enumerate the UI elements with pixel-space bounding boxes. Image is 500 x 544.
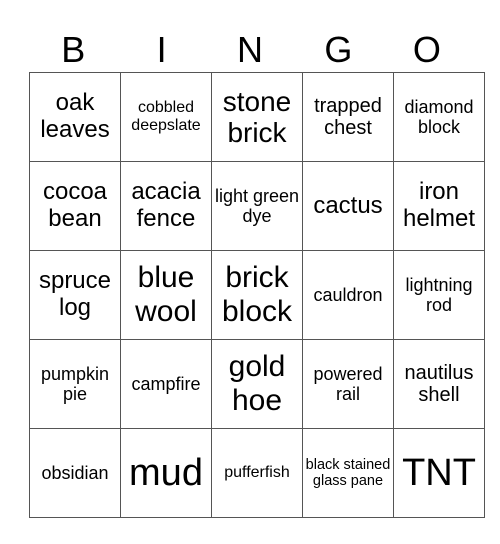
bingo-cell[interactable]: cauldron <box>302 250 394 340</box>
bingo-cell[interactable]: stone brick <box>211 72 303 162</box>
bingo-cell[interactable]: blue wool <box>120 250 212 340</box>
grid-row: cocoa bean acacia fence light green dye … <box>29 161 485 251</box>
bingo-cell[interactable]: campfire <box>120 339 212 429</box>
bingo-cell[interactable]: iron helmet <box>393 161 485 251</box>
bingo-cell[interactable]: light green dye <box>211 161 303 251</box>
bingo-cell[interactable]: mud <box>120 428 212 518</box>
header-letter-g: G <box>324 29 353 70</box>
bingo-header: B I N G O <box>29 28 471 72</box>
bingo-cell[interactable]: cocoa bean <box>29 161 121 251</box>
bingo-cell[interactable]: pumpkin pie <box>29 339 121 429</box>
bingo-cell[interactable]: cactus <box>302 161 394 251</box>
grid-row: pumpkin pie campfire gold hoe powered ra… <box>29 339 485 429</box>
bingo-cell[interactable]: gold hoe <box>211 339 303 429</box>
bingo-cell[interactable]: pufferfish <box>211 428 303 518</box>
bingo-cell[interactable]: powered rail <box>302 339 394 429</box>
bingo-cell[interactable]: acacia fence <box>120 161 212 251</box>
grid-row: oak leaves cobbled deepslate stone brick… <box>29 72 485 162</box>
bingo-cell[interactable]: oak leaves <box>29 72 121 162</box>
bingo-grid: oak leaves cobbled deepslate stone brick… <box>29 72 485 518</box>
grid-row: spruce log blue wool brick block cauldro… <box>29 250 485 340</box>
header-letter-b: B <box>61 29 86 70</box>
header-letter-o: O <box>412 29 441 70</box>
bingo-cell[interactable]: obsidian <box>29 428 121 518</box>
bingo-cell[interactable]: black stained glass pane <box>302 428 394 518</box>
bingo-cell[interactable]: spruce log <box>29 250 121 340</box>
bingo-cell[interactable]: lightning rod <box>393 250 485 340</box>
header-letter-i: I <box>156 29 167 70</box>
grid-row: obsidian mud pufferfish black stained gl… <box>29 428 485 518</box>
bingo-cell[interactable]: diamond block <box>393 72 485 162</box>
header-letter-n: N <box>237 29 264 70</box>
bingo-cell[interactable]: cobbled deepslate <box>120 72 212 162</box>
bingo-cell[interactable]: TNT <box>393 428 485 518</box>
bingo-cell[interactable]: trapped chest <box>302 72 394 162</box>
bingo-cell[interactable]: brick block <box>211 250 303 340</box>
bingo-cell[interactable]: nautilus shell <box>393 339 485 429</box>
